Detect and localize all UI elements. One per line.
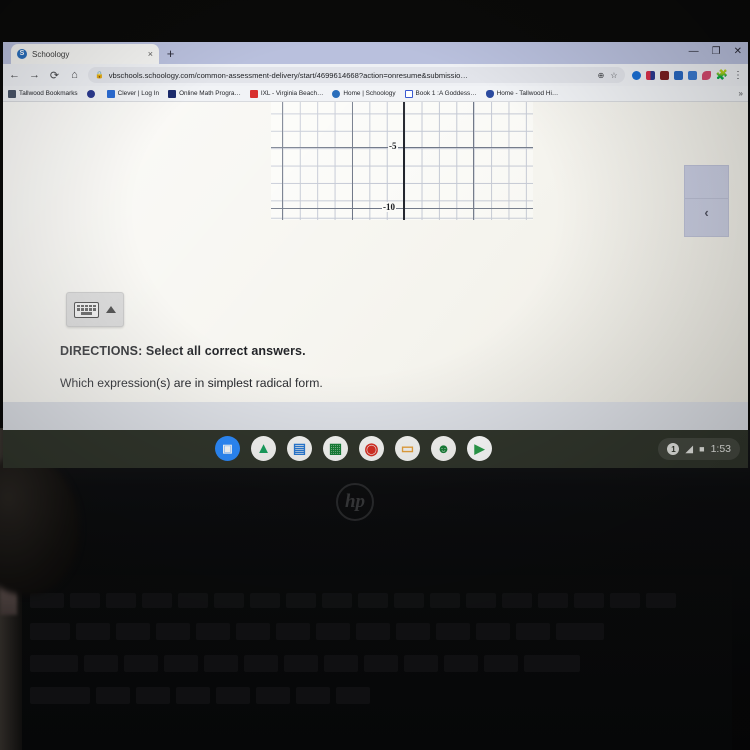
graph-major-gridline	[473, 102, 474, 220]
browser-tab-strip: S Schoology × + — ❐ ✕	[3, 42, 748, 64]
back-button[interactable]: ←	[8, 69, 21, 81]
graph-major-gridline	[271, 208, 533, 209]
browser-toolbar: ← → ⟳ ⌂ 🔒 vbschools.schoology.com/common…	[3, 64, 748, 86]
bookmark-label: Home - Tallwood Hi…	[496, 90, 559, 97]
bookmark-item[interactable]: Tallwood Bookmarks	[8, 89, 78, 98]
bookmark-item[interactable]: Online Math Progra…	[168, 89, 241, 98]
extension-dark-red-icon[interactable]	[659, 70, 669, 80]
minimize-window-button[interactable]: —	[689, 45, 699, 59]
bookmark-item[interactable]: Clever | Log In	[106, 89, 160, 98]
collapse-side-panel[interactable]: ‹	[684, 165, 729, 237]
bookmark-item[interactable]: Home - Tallwood Hi…	[485, 89, 559, 98]
system-status-tray[interactable]: 1 ◢ ■ 1:53	[658, 438, 740, 460]
coordinate-graph: -5 -10	[271, 102, 533, 220]
clock-time[interactable]: 1:53	[711, 443, 731, 455]
close-window-button[interactable]: ✕	[734, 45, 742, 59]
cloud-icon	[485, 89, 494, 98]
lock-icon: 🔒	[95, 72, 104, 79]
folder-icon	[8, 89, 16, 98]
hp-brand-logo: hp	[336, 483, 374, 521]
side-panel-divider	[685, 198, 728, 200]
google-sheets-icon[interactable]: ▦	[323, 436, 348, 461]
google-slides-icon[interactable]: ▭	[395, 436, 420, 461]
address-bar-url: vbschools.schoology.com/common-assessmen…	[108, 70, 468, 80]
bookmark-star-icon[interactable]: ☆	[610, 71, 617, 80]
bookmark-label: Online Math Progra…	[179, 90, 241, 97]
graph-y-tick--10: -10	[382, 202, 396, 212]
bookmark-item[interactable]	[86, 89, 98, 98]
new-tab-button[interactable]: +	[163, 46, 178, 61]
browser-tab-schoology[interactable]: S Schoology ×	[11, 44, 159, 64]
notification-count-badge[interactable]: 1	[667, 443, 680, 455]
google-docs-icon[interactable]: ▤	[287, 436, 312, 461]
wifi-icon[interactable]: ◢	[685, 444, 693, 455]
clever-icon	[106, 89, 115, 98]
question-text: Which expression(s) are in simplest radi…	[60, 376, 323, 390]
bookmark-label: Book 1 :A Goddess…	[415, 90, 477, 97]
reload-button[interactable]: ⟳	[48, 69, 61, 82]
bookmark-label: IXL - Virginia Beach…	[260, 90, 324, 97]
graph-y-tick--5: -5	[388, 141, 398, 151]
chromebook-screen: S Schoology × + — ❐ ✕ ← → ⟳ ⌂ 🔒 vbschool…	[3, 42, 748, 430]
battery-icon[interactable]: ■	[699, 444, 704, 454]
window-controls: — ❐ ✕	[689, 45, 742, 59]
ixl-icon	[249, 89, 258, 98]
google-contacts-icon[interactable]: ☻	[431, 436, 456, 461]
graph-major-gridline	[282, 102, 283, 220]
bookmark-item[interactable]: IXL - Virginia Beach…	[249, 89, 324, 98]
bookmark-item[interactable]: Book 1 :A Goddess…	[404, 89, 477, 98]
chevron-left-icon[interactable]: ‹	[685, 205, 728, 220]
bookmark-label: Clever | Log In	[117, 90, 160, 97]
browser-menu-icon[interactable]: ⋮	[733, 70, 743, 81]
page-zoom-icon[interactable]: ⊕	[598, 71, 605, 80]
maximize-window-button[interactable]: ❐	[712, 45, 721, 59]
assessment-page: -5 -10 ‹ DIRECTIONS: Select all correct …	[3, 102, 748, 402]
extensions-puzzle-icon[interactable]: 🧩	[716, 70, 728, 81]
close-tab-icon[interactable]: ×	[148, 49, 153, 59]
laptop-keyboard-deck	[18, 575, 732, 750]
google-drive-icon[interactable]: ▲	[251, 436, 276, 461]
directions-text: DIRECTIONS: Select all correct answers.	[60, 344, 306, 358]
book-icon	[404, 89, 413, 98]
graph-grid	[271, 102, 533, 220]
shelf-app-list: ▣ ▲ ▤ ▦ ◉ ▭ ☻ ▶	[215, 436, 492, 461]
bookmark-item[interactable]: Home | Schoology	[332, 89, 396, 98]
google-play-store-icon[interactable]: ▶	[467, 436, 492, 461]
graph-major-gridline	[271, 147, 533, 148]
schoology-icon	[332, 89, 341, 98]
extension-blue-square-1-icon[interactable]	[673, 70, 683, 80]
globe-icon	[86, 89, 95, 98]
schoology-favicon-icon: S	[17, 49, 27, 59]
extensions-area: 🧩 ⋮	[631, 70, 743, 81]
extension-blue-square-2-icon[interactable]	[687, 70, 697, 80]
bookmarks-bar: Tallwood Bookmarks Clever | Log In Onlin…	[3, 86, 748, 102]
google-chrome-icon[interactable]: ◉	[359, 436, 384, 461]
zoom-app-icon[interactable]: ▣	[215, 436, 240, 461]
extension-blue-circle-icon[interactable]	[631, 70, 641, 80]
screenshot-stage: hp S Schoology × + — ❐ ✕ ← → ⟳ ⌂ 🔒 vbsch…	[0, 0, 750, 750]
bookmark-label: Home | Schoology	[343, 90, 396, 97]
tab-title: Schoology	[32, 49, 70, 59]
forward-button[interactable]: →	[28, 69, 41, 81]
home-button[interactable]: ⌂	[68, 69, 81, 81]
graph-y-axis	[403, 102, 405, 220]
keyboard-icon	[74, 301, 99, 318]
address-bar[interactable]: 🔒 vbschools.schoology.com/common-assessm…	[88, 67, 625, 83]
graph-major-gridline	[352, 102, 353, 220]
on-screen-keyboard-toggle[interactable]	[66, 292, 124, 327]
chromeos-shelf: ▣ ▲ ▤ ▦ ◉ ▭ ☻ ▶ 1 ◢ ■ 1:53	[3, 430, 748, 468]
bookmarks-overflow-button[interactable]: »	[739, 89, 743, 98]
caret-up-icon[interactable]	[106, 306, 116, 313]
math-icon	[168, 89, 177, 98]
extension-red-grid-icon[interactable]	[645, 70, 655, 80]
extension-pink-shape-icon[interactable]	[701, 70, 711, 80]
bookmark-label: Tallwood Bookmarks	[19, 90, 78, 97]
